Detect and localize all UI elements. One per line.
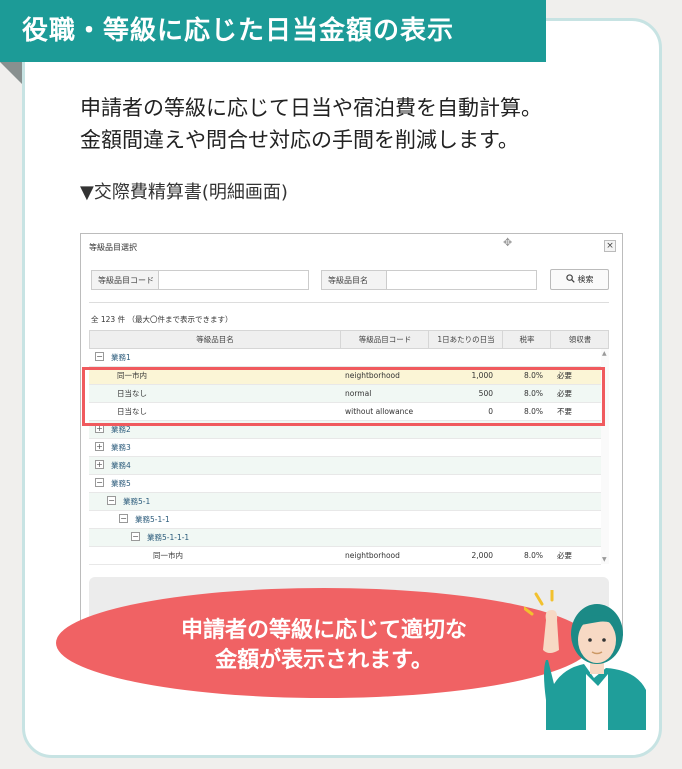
scroll-up-arrow-icon[interactable]: ▲	[602, 350, 607, 357]
sparkle-lines-icon	[524, 590, 554, 616]
eye-right	[602, 638, 606, 642]
presenter-illustration	[524, 590, 646, 730]
group-label: 業務5-1	[123, 497, 151, 506]
item-tax: 8.0%	[523, 551, 543, 560]
eye-left	[588, 638, 592, 642]
highlight-frame	[82, 367, 605, 426]
column-header-code[interactable]: 等級品目コード	[340, 331, 429, 348]
grade-item-dialog: 等級品目選択 ✥ × 等級品目コード 等級品目名 検索 全 123 件 （最大〇…	[80, 233, 623, 633]
description: 申請者の等級に応じて日当や宿泊費を自動計算。 金額間違えや問合せ対応の手間を削減…	[80, 92, 542, 156]
collapse-toggle[interactable]: −	[95, 478, 104, 487]
group-row[interactable]: + 業務4	[89, 457, 601, 475]
table-row[interactable]: 同一市内 neightborhood 2,000 8.0% 必要	[89, 547, 601, 565]
description-line-2: 金額間違えや問合せ対応の手間を削減します。	[80, 128, 519, 152]
pointing-hand-icon	[543, 610, 559, 653]
item-amount: 2,000	[471, 551, 493, 560]
scroll-down-arrow-icon[interactable]: ▼	[602, 556, 607, 563]
group-row[interactable]: − 業務1	[89, 349, 601, 367]
table-header: 等級品目名 等級品目コード 1日あたりの日当 税率 領収書	[89, 330, 609, 349]
item-code: neightborhood	[345, 551, 400, 560]
drag-handle-icon[interactable]: ✥	[503, 236, 512, 249]
name-field-label: 等級品目名	[321, 270, 387, 290]
group-label: 業務5	[111, 479, 131, 488]
callout-line-1: 申請者の等級に応じて適切な	[180, 618, 467, 643]
collapse-toggle[interactable]: −	[107, 496, 116, 505]
callout-line-2: 金額が表示されます。	[215, 648, 433, 673]
code-field-label: 等級品目コード	[91, 270, 159, 290]
collapse-toggle[interactable]: −	[119, 514, 128, 523]
description-line-1: 申請者の等級に応じて日当や宿泊費を自動計算。	[80, 96, 542, 120]
banner-fold	[0, 62, 22, 84]
item-receipt: 必要	[557, 551, 572, 560]
banner-title: 役職・等級に応じた日当金額の表示	[0, 0, 546, 62]
item-name: 同一市内	[153, 551, 183, 560]
name-search-input[interactable]	[387, 270, 537, 290]
group-label: 業務1	[111, 353, 131, 362]
column-header-name[interactable]: 等級品目名	[90, 331, 340, 348]
magnifier-icon	[565, 274, 575, 283]
search-button[interactable]: 検索	[550, 269, 609, 290]
dialog-title: 等級品目選択	[89, 243, 137, 252]
close-button[interactable]: ×	[604, 240, 616, 252]
screen-caption: ▼交際費精算書(明細画面)	[80, 182, 288, 203]
group-label: 業務4	[111, 461, 131, 470]
expand-toggle[interactable]: +	[95, 442, 104, 451]
group-label: 業務5-1-1-1	[147, 533, 190, 542]
column-header-tax[interactable]: 税率	[502, 331, 551, 348]
group-row[interactable]: − 業務5-1	[89, 493, 601, 511]
collapse-toggle[interactable]: −	[131, 532, 140, 541]
expand-toggle[interactable]: +	[95, 460, 104, 469]
group-row[interactable]: − 業務5	[89, 475, 601, 493]
column-header-receipt[interactable]: 領収書	[550, 331, 609, 348]
group-label: 業務5-1-1	[135, 515, 170, 524]
group-row[interactable]: − 業務5-1-1-1	[89, 529, 601, 547]
group-label: 業務3	[111, 443, 131, 452]
result-count: 全 123 件 （最大〇件まで表示できます）	[91, 315, 233, 324]
group-row[interactable]: + 業務3	[89, 439, 601, 457]
search-button-label: 検索	[577, 275, 594, 284]
collapse-toggle[interactable]: −	[95, 352, 104, 361]
group-row[interactable]: − 業務5-1-1	[89, 511, 601, 529]
code-search-input[interactable]	[159, 270, 309, 290]
callout-bubble: 申請者の等級に応じて適切な 金額が表示されます。	[56, 588, 592, 698]
column-header-amount[interactable]: 1日あたりの日当	[428, 331, 503, 348]
divider	[89, 302, 609, 303]
